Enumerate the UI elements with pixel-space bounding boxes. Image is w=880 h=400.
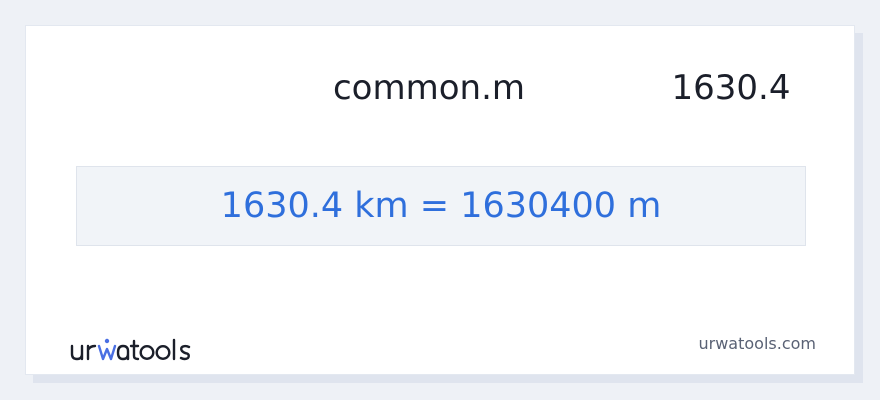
logo-wordmark-icon xyxy=(70,338,191,361)
result-panel: 1630.4 km = 1630400 m xyxy=(76,166,806,246)
input-value: 1630.4 xyxy=(671,68,791,108)
unit-label: common.m xyxy=(332,68,525,108)
urwatools-logo[interactable]: urwatools xyxy=(69,336,199,366)
conversion-result: 1630.4 km = 1630400 m xyxy=(220,186,662,226)
converter-card: common.m 1630.4 1630.4 km = 1630400 m ur… xyxy=(25,25,855,375)
page-canvas: common.m 1630.4 1630.4 km = 1630400 m ur… xyxy=(0,0,880,400)
site-url-link[interactable]: urwatools.com xyxy=(666,334,817,353)
